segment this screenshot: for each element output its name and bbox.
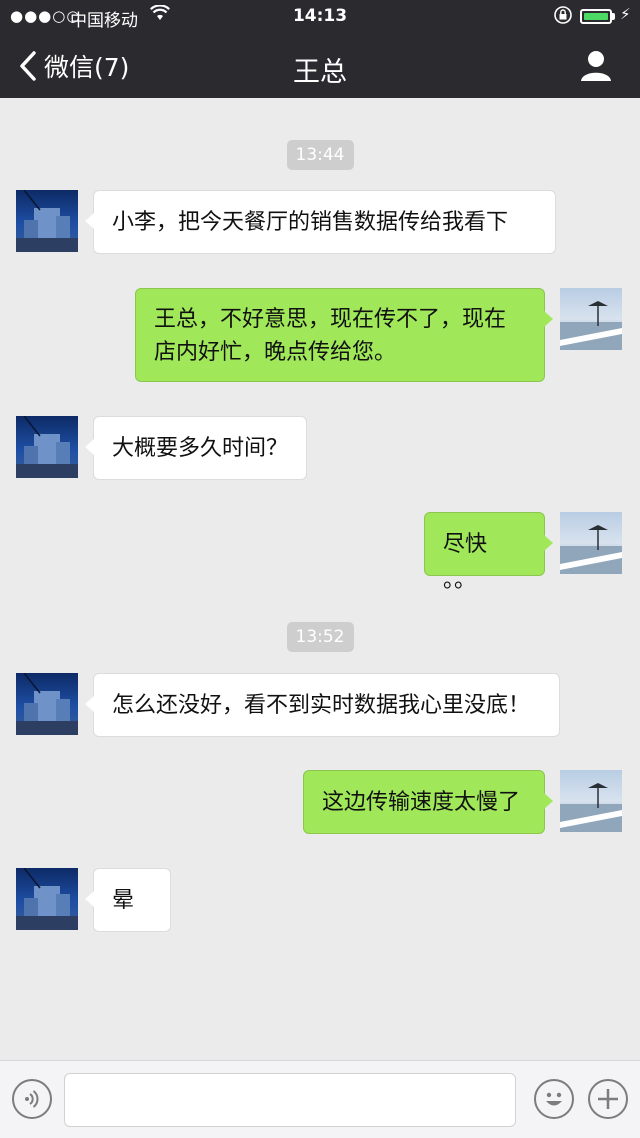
- avatar-wang[interactable]: [16, 673, 78, 735]
- timestamp: 13:52: [0, 622, 640, 652]
- avatar-wang[interactable]: [16, 190, 78, 252]
- message-bubble-incoming[interactable]: 大概要多久时间？: [85, 416, 307, 480]
- voice-icon[interactable]: [12, 1079, 52, 1119]
- battery-icon: [580, 9, 612, 24]
- message-bubble-incoming[interactable]: 怎么还没好，看不到实时数据我心里没底！: [85, 673, 560, 737]
- message-bubble-incoming[interactable]: 小李，把今天餐厅的销售数据传给我看下: [85, 190, 556, 254]
- top-bar: ●●●○○ 中国移动 14:13 ⚡ 微信(7) 王总: [0, 0, 640, 98]
- nav-bar: 微信(7) 王总: [0, 34, 640, 98]
- message-input[interactable]: [64, 1073, 516, 1127]
- avatar-self[interactable]: [560, 288, 622, 350]
- message-bubble-outgoing[interactable]: 尽快 。。: [424, 512, 553, 593]
- chat-title: 王总: [293, 57, 347, 88]
- person-icon[interactable]: [578, 48, 614, 84]
- charging-icon: ⚡: [620, 5, 631, 23]
- avatar-self[interactable]: [560, 512, 622, 574]
- status-bar: ●●●○○ 中国移动 14:13 ⚡: [0, 0, 640, 34]
- battery-tip: [612, 13, 615, 20]
- timestamp: 13:44: [0, 140, 640, 170]
- rotation-lock-icon: [553, 5, 573, 29]
- avatar-self[interactable]: [560, 770, 622, 832]
- avatar-wang[interactable]: [16, 868, 78, 930]
- emoji-icon[interactable]: [534, 1079, 574, 1119]
- message-bubble-incoming[interactable]: 晕: [85, 868, 171, 932]
- avatar-wang[interactable]: [16, 416, 78, 478]
- status-time: 14:13: [292, 6, 348, 26]
- plus-icon[interactable]: [588, 1079, 628, 1119]
- chat-area[interactable]: 13:44 小李，把今天餐厅的销售数据传给我看下 王总，不好意思，现在传不了，现…: [0, 98, 640, 1060]
- message-bubble-outgoing[interactable]: 这边传输速度太慢了: [303, 770, 553, 834]
- message-bubble-outgoing[interactable]: 王总，不好意思，现在传不了，现在店内好忙，晚点传给您。: [135, 288, 553, 382]
- input-bar: [0, 1060, 640, 1138]
